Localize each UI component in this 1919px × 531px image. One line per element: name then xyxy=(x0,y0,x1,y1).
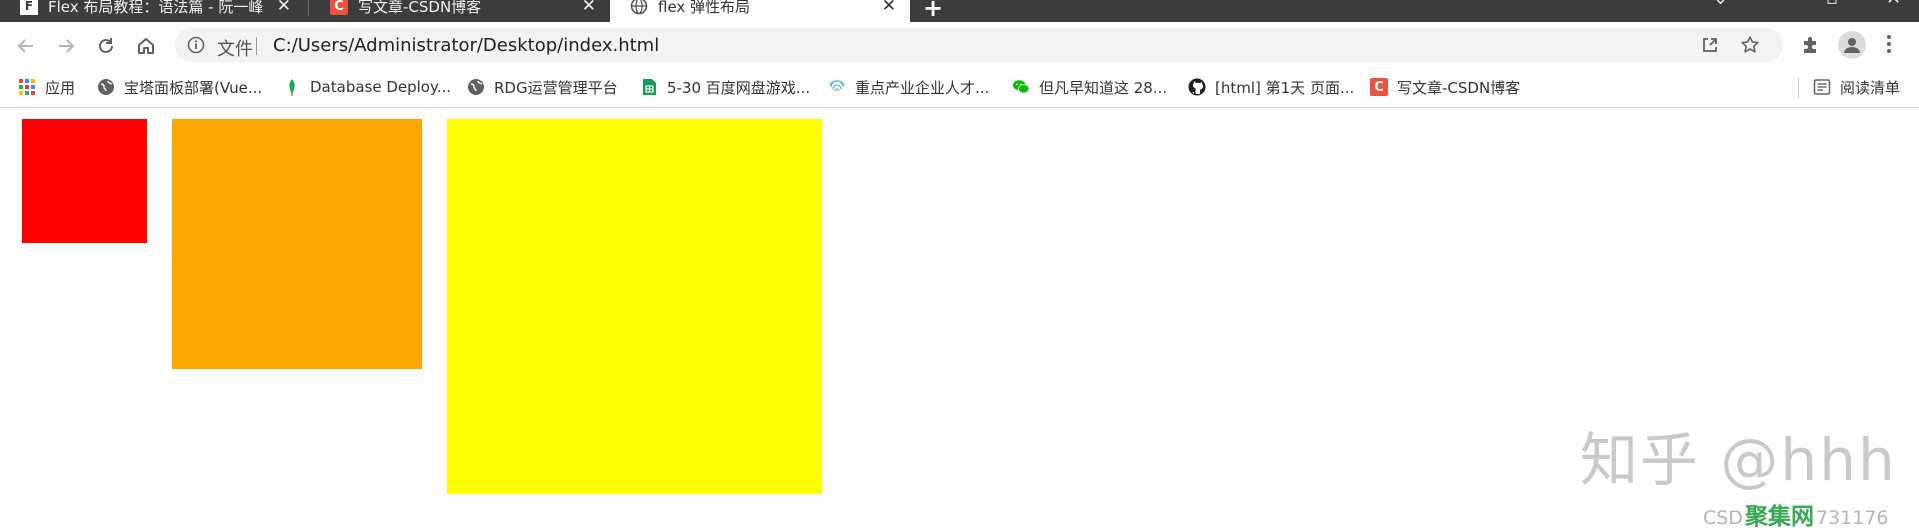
bookmark-label: 宝塔面板部署(Vue... xyxy=(124,78,263,97)
csdn-icon: C xyxy=(1370,78,1388,96)
home-button[interactable] xyxy=(134,34,158,58)
bookmark-baidu-pan[interactable]: 5-30 百度网盘游戏... xyxy=(640,76,810,98)
orange-box xyxy=(172,119,422,369)
bookmark-industry-talent[interactable]: 重点产业企业人才... xyxy=(828,76,989,98)
bookmark-wechat-article[interactable]: 但凡早知道这 28... xyxy=(1012,76,1167,98)
tab-csdn-write[interactable]: C 写文章-CSDN博客 ✕ xyxy=(310,0,610,22)
new-tab-button[interactable]: + xyxy=(923,0,943,22)
sheets-icon xyxy=(643,79,656,95)
tab-strip: F Flex 布局教程：语法篇 - 阮一峰 ✕ C 写文章-CSDN博客 ✕ f… xyxy=(0,0,1919,22)
csdn-watermark-prefix: CSD xyxy=(1703,507,1743,529)
bookmark-label: 写文章-CSDN博客 xyxy=(1397,78,1521,97)
wechat-icon xyxy=(1012,80,1030,94)
tab-divider xyxy=(308,0,309,16)
globe-icon xyxy=(468,79,484,95)
fingerprint-icon xyxy=(829,80,845,92)
bookmark-database-deploy[interactable]: Database Deploy... xyxy=(283,76,451,98)
address-divider xyxy=(256,37,257,55)
arrow-left-icon xyxy=(17,39,33,53)
browser-toolbar: 文件 C:/Users/Administrator/Desktop/index.… xyxy=(0,22,1919,68)
back-button[interactable] xyxy=(14,34,38,58)
share-icon[interactable] xyxy=(1700,35,1720,55)
apps-grid-icon xyxy=(19,79,35,95)
bookmark-label: 5-30 百度网盘游戏... xyxy=(667,78,811,97)
bookmark-github-html[interactable]: [html] 第1天 页面... xyxy=(1188,76,1354,98)
bookmark-label: 重点产业企业人才... xyxy=(855,78,990,97)
address-bar[interactable]: 文件 C:/Users/Administrator/Desktop/index.… xyxy=(175,28,1783,62)
tab-title: 写文章-CSDN博客 xyxy=(358,0,482,16)
bookmarks-bar: 应用 宝塔面板部署(Vue... Database Deploy... RDG运… xyxy=(0,68,1919,108)
extensions-puzzle-icon[interactable] xyxy=(1800,34,1822,56)
flex-logo-icon: F xyxy=(20,0,38,15)
reading-list-icon xyxy=(1813,79,1831,95)
info-icon[interactable] xyxy=(187,36,205,54)
red-box xyxy=(22,119,147,243)
home-icon xyxy=(138,38,154,54)
arrow-right-icon xyxy=(59,39,75,53)
bookmark-label: 应用 xyxy=(45,78,76,97)
close-icon[interactable]: ✕ xyxy=(277,0,291,16)
bookmark-label: RDG运营管理平台 xyxy=(494,78,618,97)
person-icon xyxy=(1844,38,1860,53)
globe-icon xyxy=(98,79,114,95)
profile-avatar[interactable] xyxy=(1838,31,1866,59)
bookmark-baota-vue[interactable]: 宝塔面板部署(Vue... xyxy=(97,76,262,98)
kebab-menu-icon[interactable] xyxy=(1884,33,1894,55)
bookmark-star-icon[interactable] xyxy=(1740,35,1760,55)
url-text[interactable]: C:/Users/Administrator/Desktop/index.htm… xyxy=(273,35,659,56)
scheme-label: 文件 xyxy=(217,39,253,60)
tab-title: Flex 布局教程：语法篇 - 阮一峰 xyxy=(48,0,264,16)
close-icon[interactable]: ✕ xyxy=(882,0,896,16)
close-icon[interactable]: ✕ xyxy=(582,0,596,16)
reading-list-label: 阅读清单 xyxy=(1840,78,1901,97)
reload-icon xyxy=(99,38,113,53)
bookmark-label: Database Deploy... xyxy=(310,78,452,96)
reload-button[interactable] xyxy=(94,34,118,58)
tab-title: flex 弹性布局 xyxy=(658,0,751,16)
zhihu-watermark: 知乎 @hhh xyxy=(1580,426,1897,494)
github-icon xyxy=(1188,78,1206,96)
minimize-icon[interactable]: ⌄ xyxy=(1713,0,1728,9)
yellow-box xyxy=(447,119,822,494)
globe-icon xyxy=(630,0,648,15)
forward-button[interactable] xyxy=(54,34,78,58)
bookmarks-divider xyxy=(1798,78,1799,98)
bookmark-rdg[interactable]: RDG运营管理平台 xyxy=(467,76,618,98)
reading-list-button[interactable]: 阅读清单 xyxy=(1813,76,1900,98)
bookmark-apps[interactable]: 应用 xyxy=(18,76,75,98)
csdn-watermark: CSD聚集网 731176 xyxy=(1703,497,1889,531)
bookmark-label: 但凡早知道这 28... xyxy=(1039,78,1168,97)
juji-logo-text: 聚集网 xyxy=(1744,504,1814,530)
mongodb-leaf-icon xyxy=(289,79,295,96)
window-close-icon[interactable]: ✕ xyxy=(1886,0,1901,9)
csdn-icon: C xyxy=(330,0,348,15)
tab-flex-layout[interactable]: flex 弹性布局 ✕ xyxy=(610,0,910,22)
tab-flex-tutorial[interactable]: F Flex 布局教程：语法篇 - 阮一峰 ✕ xyxy=(0,0,305,22)
csdn-watermark-suffix: 731176 xyxy=(1815,507,1889,529)
bookmark-csdn-write[interactable]: C 写文章-CSDN博客 xyxy=(1370,76,1520,98)
maximize-icon[interactable]: ▫ xyxy=(1826,0,1838,9)
bookmark-label: [html] 第1天 页面... xyxy=(1215,78,1355,97)
